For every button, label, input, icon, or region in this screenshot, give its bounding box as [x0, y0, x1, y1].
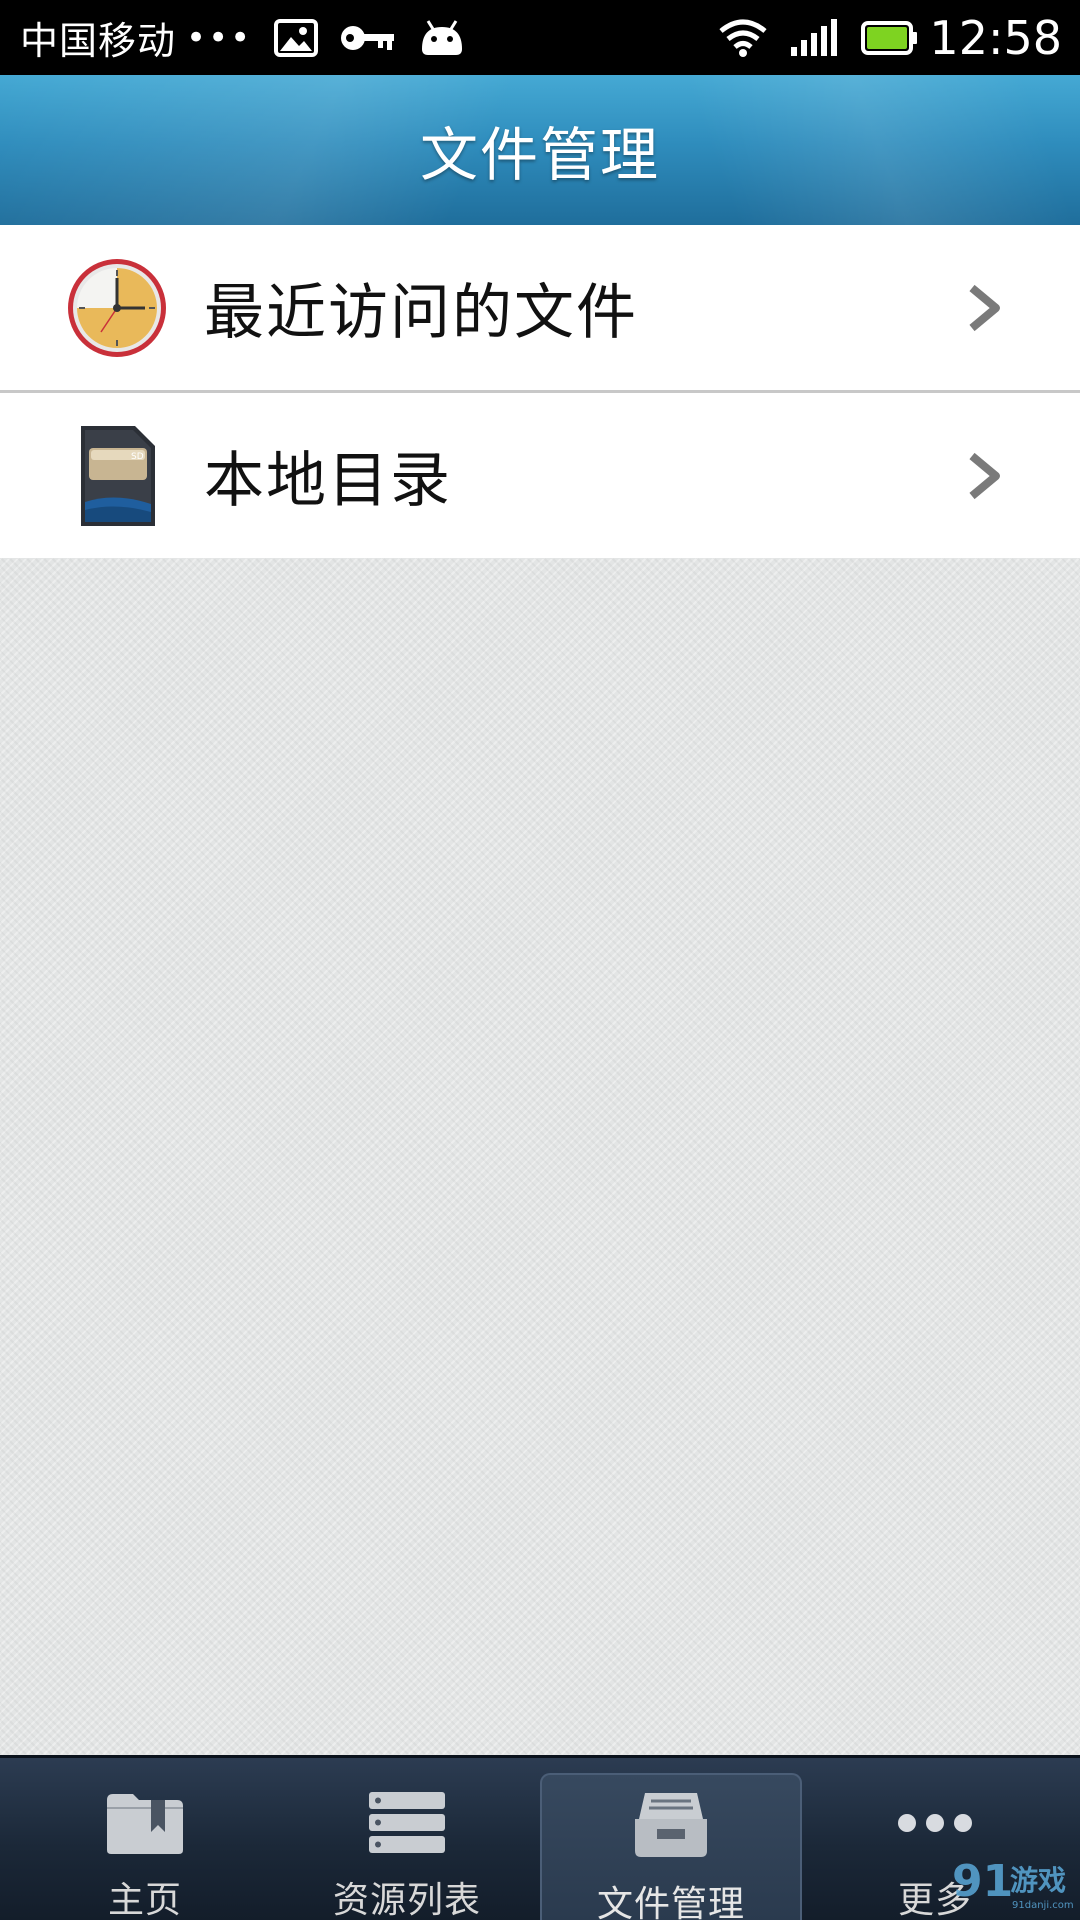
tab-resource-list[interactable]: 资源列表 — [276, 1758, 538, 1920]
wifi-icon — [719, 19, 768, 57]
status-clock: 12:58 — [929, 10, 1062, 65]
status-right: 12:58 — [697, 11, 1062, 65]
notification-dots: ••• — [186, 17, 253, 58]
menu-item-label: 最近访问的文件 — [204, 278, 638, 348]
android-icon — [418, 19, 466, 57]
carrier-name: 中国移动 — [20, 19, 177, 63]
menu-item-label: 本地目录 — [204, 446, 452, 516]
battery-icon — [861, 20, 919, 55]
signal-icon — [789, 18, 839, 57]
chevron-right-icon — [969, 284, 1000, 331]
server-list-icon — [362, 1788, 452, 1857]
chevron-right-icon — [969, 452, 1000, 499]
folder-bookmark-icon — [100, 1788, 190, 1857]
image-icon — [274, 18, 319, 57]
tab-label: 文件管理 — [596, 1884, 745, 1920]
clock-icon — [62, 253, 172, 363]
tab-label: 主页 — [107, 1880, 182, 1920]
page-title: 文件管理 — [419, 121, 660, 189]
tab-file-management[interactable]: 文件管理 — [540, 1773, 802, 1920]
menu-item-recent-files[interactable]: 最近访问的文件 — [0, 225, 1080, 390]
title-bar: 文件管理 — [0, 75, 1080, 225]
key-icon — [340, 23, 396, 53]
tab-label: 更多 — [897, 1880, 972, 1920]
tab-label: 资源列表 — [332, 1880, 481, 1920]
bottom-tab-bar: 主页 资源列表 文件管理 更多 — [0, 1755, 1080, 1920]
menu-list: 最近访问的文件 SD 本地目录 — [0, 225, 1080, 558]
svg-text:SD: SD — [131, 452, 144, 462]
status-left: 中国移动 ••• — [20, 10, 466, 65]
status-bar: 中国移动 ••• 12:58 — [0, 0, 1080, 75]
more-dots-icon — [890, 1788, 980, 1857]
menu-item-local-directory[interactable]: SD 本地目录 — [0, 393, 1080, 558]
sd-card-icon: SD — [62, 421, 172, 531]
content-background — [0, 558, 1080, 1755]
tab-more[interactable]: 更多 — [804, 1758, 1066, 1920]
file-tray-icon — [626, 1789, 716, 1861]
tab-home[interactable]: 主页 — [14, 1758, 276, 1920]
